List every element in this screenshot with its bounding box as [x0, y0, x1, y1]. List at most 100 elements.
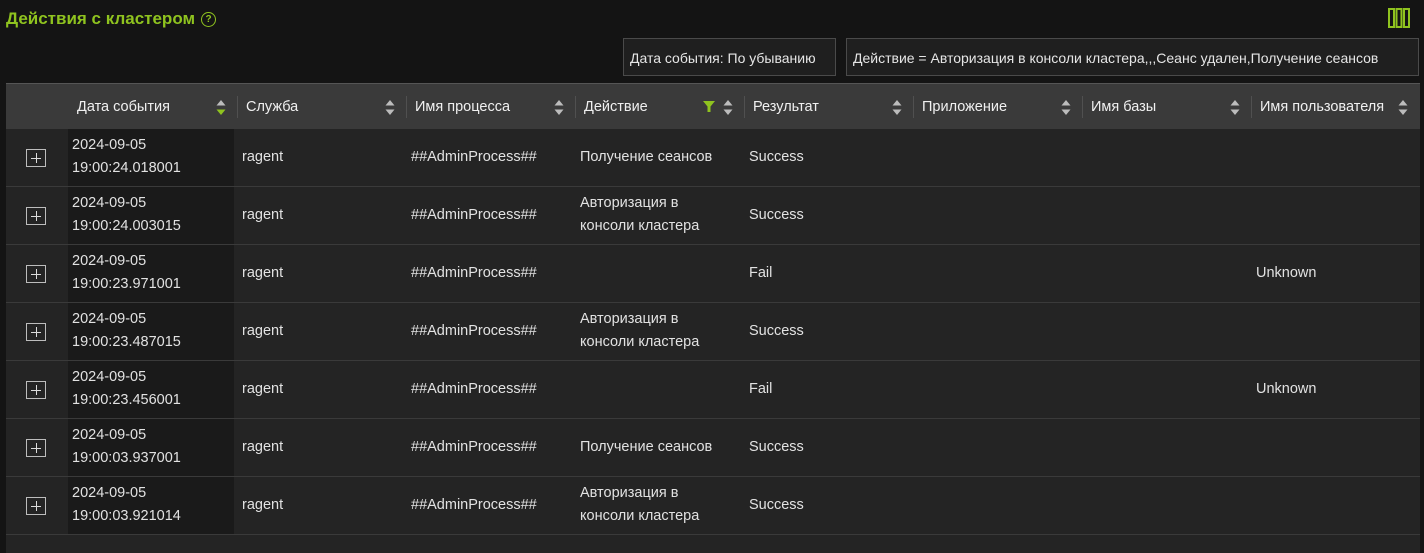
cell-action: Получение сеансов — [580, 436, 712, 459]
table-row[interactable]: 2024-09-05 19:00:03.921014 ragent ##AdminPr… — [6, 477, 1420, 535]
column-header-result[interactable]: Результат — [745, 84, 914, 130]
cell-result: Success — [749, 207, 804, 223]
column-header-service[interactable]: Служба — [238, 84, 407, 130]
cell-date-day: 2024-09-05 — [72, 253, 147, 269]
cell-action-line: консоли кластера — [580, 218, 700, 234]
cell-action-line: консоли кластера — [580, 334, 700, 350]
cell-action: Авторизация в консоли кластера — [580, 192, 699, 238]
table-header: Дата события Служба Имя процесса Действие Ре… — [6, 83, 1420, 129]
help-icon[interactable]: ? — [201, 11, 217, 27]
cell-action: Получение сеансов — [580, 146, 712, 169]
cell-result: Success — [749, 439, 804, 455]
cell-date-day: 2024-09-05 — [72, 137, 147, 153]
column-header-label: Действие — [584, 99, 648, 115]
cell-result: Fail — [749, 265, 773, 281]
expand-row-icon[interactable] — [26, 265, 46, 283]
column-header-label: Имя базы — [1091, 99, 1157, 115]
cell-action-line: Авторизация в — [580, 195, 679, 211]
cell-date: 2024-09-05 19:00:23.456001 — [72, 366, 181, 412]
table-row[interactable]: 2024-09-05 19:00:23.487015 ragent ##AdminPr… — [6, 303, 1420, 361]
events-table: Дата события Служба Имя процесса Действие Ре… — [6, 83, 1420, 553]
column-header-date[interactable]: Дата события — [69, 84, 238, 130]
cell-process: ##AdminProcess## — [411, 265, 537, 281]
sort-arrows-icon[interactable] — [216, 99, 226, 116]
cell-action-line: Получение сеансов — [580, 149, 713, 165]
expand-row-icon[interactable] — [26, 439, 46, 457]
cell-date: 2024-09-05 19:00:24.018001 — [72, 134, 181, 180]
table-row[interactable]: 2024-09-05 19:00:24.003015 ragent ##AdminPr… — [6, 187, 1420, 245]
columns-settings-icon[interactable] — [1388, 8, 1410, 28]
cell-date-time: 19:00:23.971001 — [72, 276, 181, 292]
sort-arrows-icon[interactable] — [723, 99, 733, 116]
sort-arrows-icon[interactable] — [1398, 99, 1408, 116]
cell-process: ##AdminProcess## — [411, 439, 537, 455]
column-header-application[interactable]: Приложение — [914, 84, 1083, 130]
cell-date-day: 2024-09-05 — [72, 195, 147, 211]
column-header-process[interactable]: Имя процесса — [407, 84, 576, 130]
sort-arrows-icon[interactable] — [1061, 99, 1071, 116]
cell-date: 2024-09-05 19:00:24.003015 — [72, 192, 181, 238]
cell-process: ##AdminProcess## — [411, 149, 537, 165]
table-row[interactable]: 2024-09-05 19:00:24.018001 ragent ##AdminPr… — [6, 129, 1420, 187]
sort-arrows-icon[interactable] — [554, 99, 564, 116]
cell-date-time: 19:00:24.003015 — [72, 218, 181, 234]
cell-date-day: 2024-09-05 — [72, 427, 147, 443]
table-row[interactable]: 2024-09-05 19:00:23.456001 ragent ##AdminPr… — [6, 361, 1420, 419]
table-row[interactable]: 2024-09-05 19:00:03.937001 ragent ##AdminPr… — [6, 419, 1420, 477]
column-header-user[interactable]: Имя пользователя — [1252, 84, 1420, 130]
expand-row-icon[interactable] — [26, 149, 46, 167]
expand-row-icon[interactable] — [26, 381, 46, 399]
cell-user: Unknown — [1256, 381, 1317, 397]
cell-service: ragent — [242, 497, 284, 513]
sort-arrows-icon[interactable] — [892, 99, 902, 116]
expand-row-icon[interactable] — [26, 323, 46, 341]
cell-service: ragent — [242, 149, 284, 165]
cell-action-line: консоли кластера — [580, 508, 700, 524]
sort-arrows-icon[interactable] — [385, 99, 395, 116]
column-header-label: Дата события — [77, 99, 170, 115]
filter-funnel-icon[interactable] — [703, 101, 715, 113]
column-header-action[interactable]: Действие — [576, 84, 745, 130]
filter-chip[interactable]: Действие = Авторизация в консоли кластер… — [846, 38, 1419, 76]
cell-action-line: Авторизация в — [580, 311, 679, 327]
cell-result: Success — [749, 149, 804, 165]
cell-process: ##AdminProcess## — [411, 381, 537, 397]
cell-user: Unknown — [1256, 265, 1317, 281]
sort-arrows-icon[interactable] — [1230, 99, 1240, 116]
cell-date: 2024-09-05 19:00:03.937001 — [72, 424, 181, 470]
cell-result: Fail — [749, 381, 773, 397]
cell-date-day: 2024-09-05 — [72, 311, 147, 327]
cell-action: Авторизация в консоли кластера — [580, 482, 699, 528]
cell-date-time: 19:00:03.937001 — [72, 450, 181, 466]
cell-date-time: 19:00:03.921014 — [72, 508, 181, 524]
cell-service: ragent — [242, 207, 284, 223]
column-header-label: Результат — [753, 99, 819, 115]
cell-date-day: 2024-09-05 — [72, 369, 147, 385]
cell-process: ##AdminProcess## — [411, 207, 537, 223]
column-header-label: Служба — [246, 99, 299, 115]
cell-action-line: Авторизация в — [580, 485, 679, 501]
cell-action: Авторизация в консоли кластера — [580, 308, 699, 354]
cell-date-time: 19:00:23.456001 — [72, 392, 181, 408]
cell-service: ragent — [242, 265, 284, 281]
sort-chip[interactable]: Дата события: По убыванию — [623, 38, 836, 76]
panel-header: Действия с кластером ? — [6, 8, 217, 30]
column-header-label: Приложение — [922, 99, 1008, 115]
table-row[interactable]: 2024-09-05 19:00:23.971001 ragent ##AdminPr… — [6, 245, 1420, 303]
cell-process: ##AdminProcess## — [411, 323, 537, 339]
cell-date-time: 19:00:24.018001 — [72, 160, 181, 176]
cell-date: 2024-09-05 19:00:03.921014 — [72, 482, 181, 528]
column-header-label: Имя пользователя — [1260, 99, 1385, 115]
expand-row-icon[interactable] — [26, 497, 46, 515]
cell-action-line: Получение сеансов — [580, 439, 713, 455]
cell-date-time: 19:00:23.487015 — [72, 334, 181, 350]
column-header-database[interactable]: Имя базы — [1083, 84, 1252, 130]
cell-service: ragent — [242, 323, 284, 339]
cell-date-day: 2024-09-05 — [72, 485, 147, 501]
expand-row-icon[interactable] — [26, 207, 46, 225]
cell-result: Success — [749, 497, 804, 513]
cell-date: 2024-09-05 19:00:23.971001 — [72, 250, 181, 296]
cell-date: 2024-09-05 19:00:23.487015 — [72, 308, 181, 354]
cell-result: Success — [749, 323, 804, 339]
page-title: Действия с кластером — [6, 9, 196, 28]
